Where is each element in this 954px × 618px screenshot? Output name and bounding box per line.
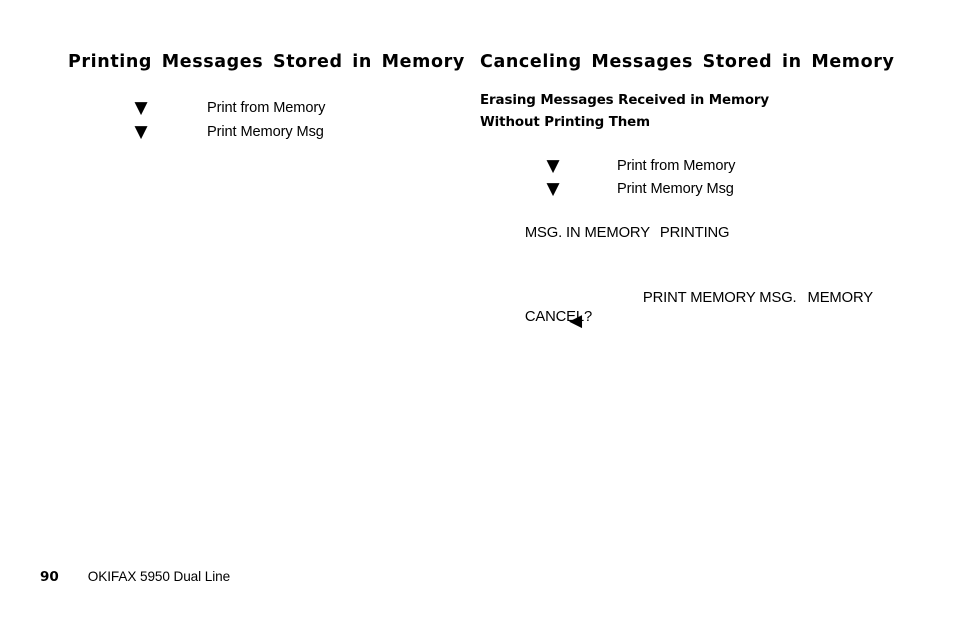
- step-label: Print Memory Msg: [207, 124, 324, 140]
- left-column-heading: Printing Messages Stored in Memory: [68, 52, 465, 72]
- lcd-segment-left: MSG. IN MEMORY: [524, 225, 650, 241]
- down-triangle-icon: ▼: [134, 98, 148, 118]
- step-label: Print Memory Msg: [617, 181, 734, 197]
- lcd-segment-left: PRINT MEMORY MSG.: [642, 290, 797, 306]
- left-triangle-icon: ◀: [569, 311, 583, 331]
- page-footer: 90 OKIFAX 5950 Dual Line: [40, 566, 230, 588]
- down-triangle-icon: ▼: [546, 156, 560, 176]
- list-item: ▼ Print Memory Msg: [132, 120, 432, 144]
- lcd-display-line: MSG. IN MEMORY PRINTING: [509, 203, 730, 263]
- list-item: ▼ Print from Memory: [544, 154, 864, 178]
- list-item: ▼ Print from Memory: [132, 96, 432, 120]
- step-label: Print from Memory: [617, 158, 736, 174]
- footer-model-name: OKIFAX 5950 Dual Line: [87, 569, 231, 584]
- lcd-segment-right: PRINTING: [659, 225, 730, 241]
- manual-page: Printing Messages Stored in Memory ▼ Pri…: [0, 0, 954, 618]
- lcd-display-line: PRINT MEMORY MSG. MEMORY: [627, 268, 873, 328]
- down-triangle-icon: ▼: [546, 179, 560, 199]
- footer-page-number: 90: [40, 569, 59, 585]
- down-triangle-icon: ▼: [134, 122, 148, 142]
- lcd-segment-right: MEMORY: [807, 290, 874, 306]
- list-item: ▼ Print Memory Msg: [544, 177, 864, 201]
- step-label: Print from Memory: [207, 100, 326, 116]
- right-column-subheading: Erasing Messages Received in Memory With…: [480, 93, 770, 130]
- right-column-heading: Canceling Messages Stored in Memory: [480, 52, 895, 72]
